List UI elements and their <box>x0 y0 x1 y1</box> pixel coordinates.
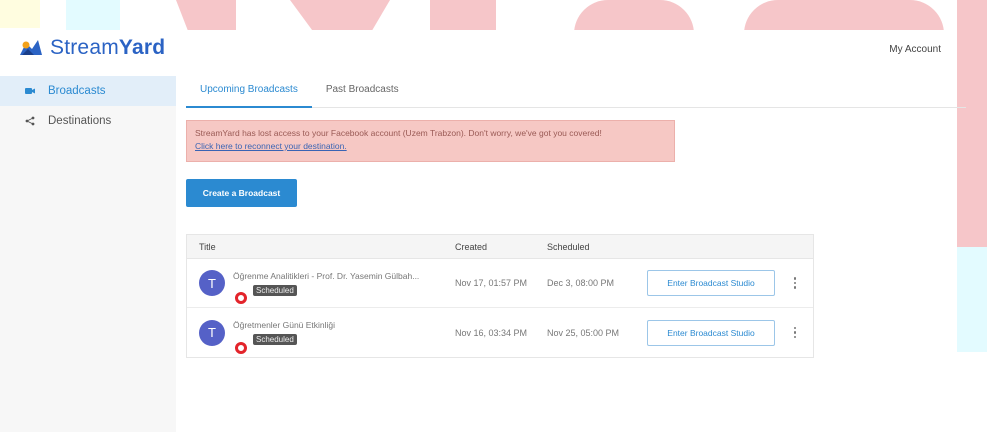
logo-text: StreamYard <box>50 36 166 59</box>
created-date: Nov 17, 01:57 PM <box>455 278 528 288</box>
column-header-created: Created <box>455 241 488 252</box>
status-badge: Scheduled <box>253 334 297 345</box>
broadcast-tabs: Upcoming Broadcasts Past Broadcasts <box>186 76 966 108</box>
app-header: StreamYard My Account <box>0 30 957 70</box>
background-decoration <box>290 0 390 34</box>
background-decoration <box>957 247 987 352</box>
create-broadcast-button[interactable]: Create a Broadcast <box>186 179 297 207</box>
sidebar-item-broadcasts[interactable]: Broadcasts <box>0 76 176 106</box>
created-date: Nov 16, 03:34 PM <box>455 327 528 338</box>
youtube-icon <box>235 292 247 304</box>
my-account-link[interactable]: My Account <box>889 44 941 55</box>
column-header-scheduled: Scheduled <box>547 241 590 252</box>
scheduled-date: Nov 25, 05:00 PM <box>547 327 620 338</box>
table-row: T Öğretmenler Günü Etkinliği Scheduled N… <box>187 308 813 357</box>
background-decoration <box>176 0 236 34</box>
avatar: T <box>199 319 225 346</box>
sidebar-item-destinations[interactable]: Destinations <box>0 106 176 136</box>
share-icon <box>24 115 36 127</box>
table-header: Title Created Scheduled <box>187 235 813 259</box>
reconnect-destination-link[interactable]: Click here to reconnect your destination… <box>195 141 347 151</box>
more-options-icon[interactable] <box>785 277 805 289</box>
background-decoration <box>430 0 496 34</box>
status-badge: Scheduled <box>253 284 297 296</box>
reconnect-alert: StreamYard has lost access to your Faceb… <box>186 120 675 162</box>
enter-broadcast-studio-button[interactable]: Enter Broadcast Studio <box>647 270 775 296</box>
sidebar-item-label: Destinations <box>48 115 112 127</box>
broadcasts-table: Title Created Scheduled T Öğrenme Analit… <box>186 234 814 358</box>
sidebar-item-label: Broadcasts <box>48 85 106 97</box>
background-decoration <box>574 0 694 34</box>
column-header-title: Title <box>199 241 216 252</box>
main-content: Upcoming Broadcasts Past Broadcasts Stre… <box>176 76 966 432</box>
broadcast-title: Öğrenme Analitikleri - Prof. Dr. Yasemin… <box>233 270 420 281</box>
alert-message: StreamYard has lost access to your Faceb… <box>195 128 602 138</box>
streamyard-logo[interactable]: StreamYard <box>18 36 165 60</box>
background-decoration <box>0 0 40 28</box>
background-decoration <box>66 0 120 32</box>
streamyard-logo-icon <box>20 40 42 55</box>
table-row: T Öğrenme Analitikleri - Prof. Dr. Yasem… <box>187 259 813 308</box>
camera-icon <box>24 85 36 97</box>
avatar: T <box>199 270 225 296</box>
background-decoration <box>957 0 987 250</box>
broadcast-title: Öğretmenler Günü Etkinliği <box>233 320 336 330</box>
tab-upcoming-broadcasts[interactable]: Upcoming Broadcasts <box>186 76 312 108</box>
enter-broadcast-studio-button[interactable]: Enter Broadcast Studio <box>647 319 775 346</box>
tab-past-broadcasts[interactable]: Past Broadcasts <box>312 76 413 108</box>
background-decoration <box>744 0 944 34</box>
scheduled-date: Dec 3, 08:00 PM <box>547 278 615 288</box>
sidebar: Broadcasts Destinations <box>0 76 176 432</box>
youtube-icon <box>235 341 247 354</box>
more-options-icon[interactable] <box>785 326 805 339</box>
